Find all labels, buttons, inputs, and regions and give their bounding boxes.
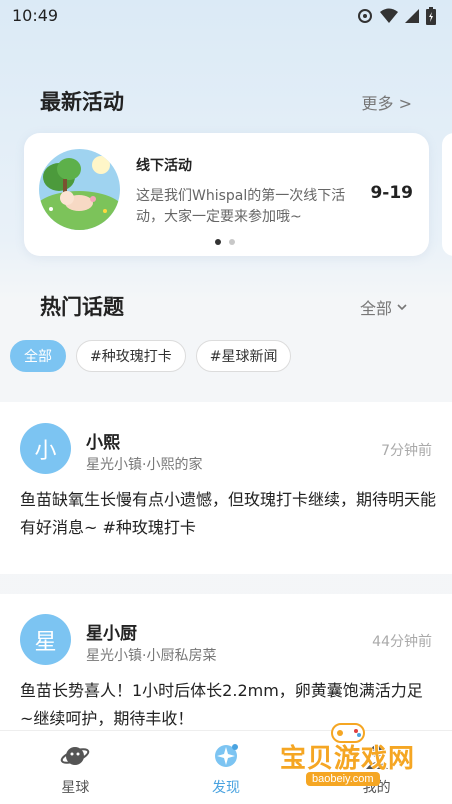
watermark-logo: 宝贝游戏网 baobeiy.com: [270, 720, 420, 804]
topics-header: 热门话题 全部: [0, 285, 452, 325]
post-location: 星光小镇·小厨私房菜: [86, 648, 217, 664]
watermark-url: baobeiy.com: [306, 772, 380, 786]
post-location: 星光小镇·小熙的家: [86, 457, 203, 473]
activity-title: 线下活动: [136, 158, 192, 174]
post-body: 鱼苗缺氧生长慢有点小遗憾，但玫瑰打卡继续，期待明天能有好消息~ #种玫瑰打卡: [20, 490, 437, 537]
status-time: 10:49: [12, 6, 59, 25]
chevron-down-icon: [397, 304, 407, 311]
activities-title: 最新活动: [40, 90, 124, 114]
topics-filter-label: 全部: [359, 299, 392, 318]
chip-rose-checkin[interactable]: #种玫瑰打卡: [76, 340, 186, 372]
battery-icon: [426, 7, 436, 25]
post-card[interactable]: 星 星小厨 星光小镇·小厨私房菜 44分钟前 鱼苗长势喜人！1小时后体长2.2m…: [0, 594, 452, 730]
next-activity-card-peek[interactable]: [442, 133, 452, 256]
tab-label: 星球: [61, 780, 90, 796]
settings-status-icon: [358, 9, 372, 23]
chip-all[interactable]: 全部: [10, 340, 66, 372]
wifi-icon: [380, 8, 398, 23]
carousel-dot[interactable]: [215, 239, 221, 245]
topics-filter[interactable]: 全部: [360, 295, 408, 319]
activities-header: 最新活动 更多 >: [0, 80, 452, 120]
activity-description: 这是我们Whispal的第一次线下活动，大家一定要来参加哦~: [136, 188, 346, 225]
post-author[interactable]: 星小厨: [86, 619, 137, 644]
planet-icon: [61, 747, 90, 765]
tab-planet[interactable]: 星球: [0, 731, 151, 804]
post-card[interactable]: 小 小熙 星光小镇·小熙的家 7分钟前 鱼苗缺氧生长慢有点小遗憾，但玫瑰打卡继续…: [0, 402, 452, 574]
post-author[interactable]: 小熙: [86, 428, 120, 453]
post-time: 44分钟前: [372, 634, 432, 650]
carousel-dot[interactable]: [229, 239, 235, 245]
chip-planet-news[interactable]: #星球新闻: [195, 340, 292, 372]
topics-title: 热门话题: [40, 295, 124, 319]
avatar[interactable]: 小: [20, 423, 71, 474]
status-bar: 10:49: [0, 0, 452, 32]
post-time: 7分钟前: [381, 443, 432, 459]
carousel-dots: [215, 239, 235, 245]
topic-chips: 全部 #种玫瑰打卡 #星球新闻: [10, 340, 292, 372]
cellular-icon: [405, 9, 419, 23]
more-link[interactable]: 更多 >: [362, 90, 413, 114]
avatar[interactable]: 星: [20, 614, 71, 665]
discover-icon: [215, 744, 238, 767]
activity-card[interactable]: 线下活动 这是我们Whispal的第一次线下活动，大家一定要来参加哦~ 9-19: [24, 133, 429, 256]
status-icons: [356, 7, 436, 25]
activity-date: 9-19: [370, 183, 413, 203]
watermark-text: 宝贝游戏网: [280, 744, 416, 774]
activity-thumbnail: [39, 149, 120, 230]
